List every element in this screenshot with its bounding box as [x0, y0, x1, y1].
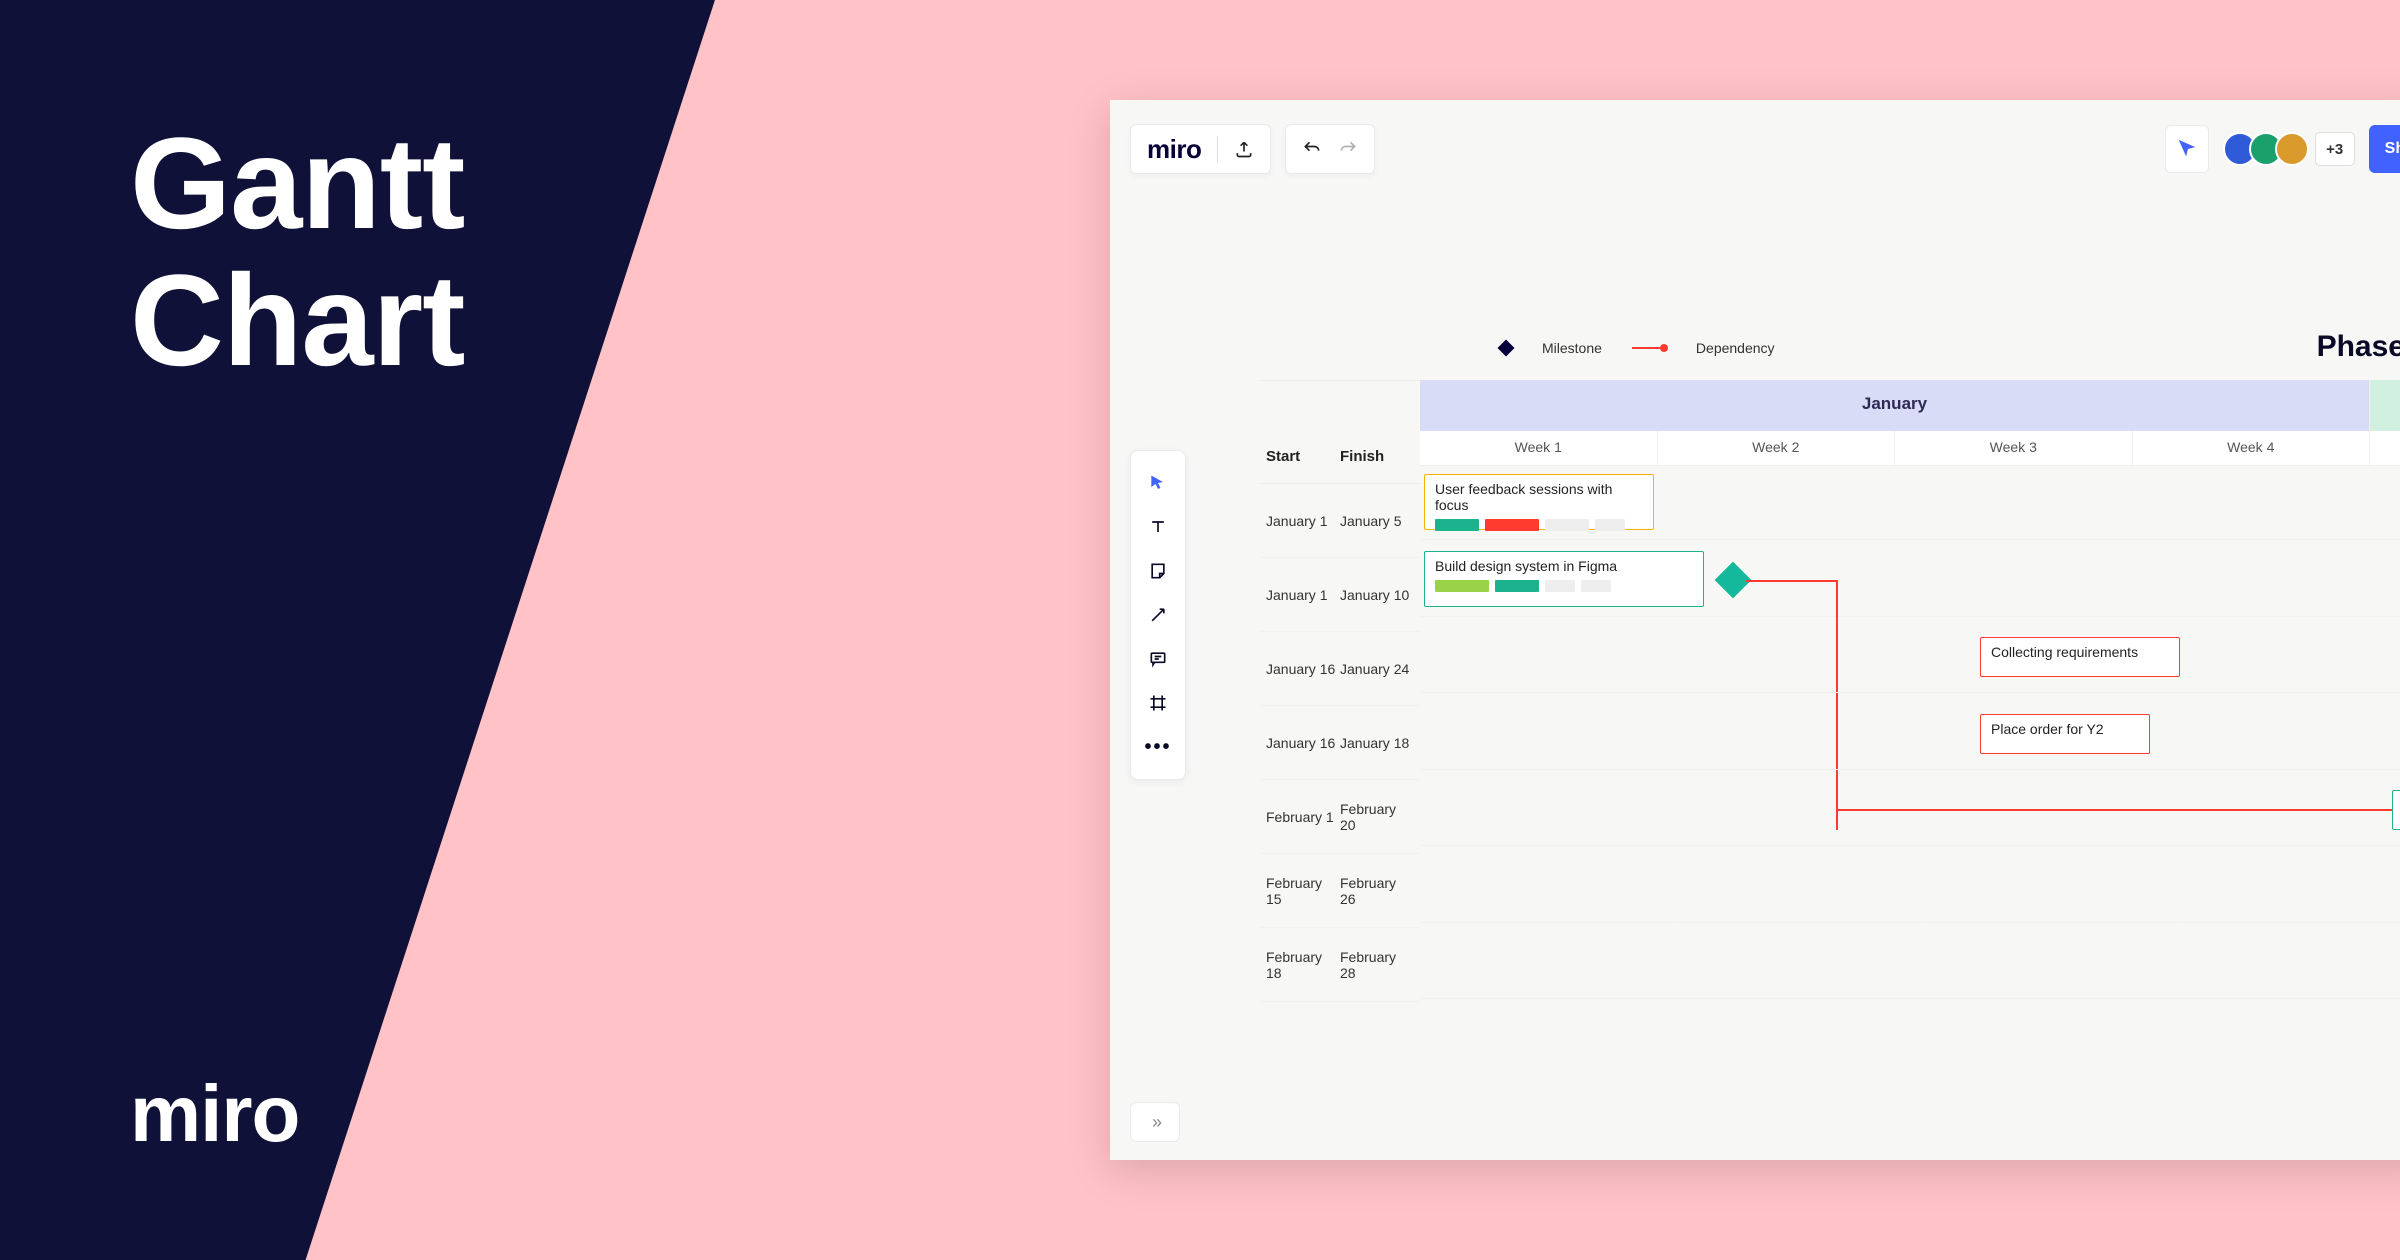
cell-finish: February 28: [1340, 949, 1414, 981]
week-header: Week 2: [1658, 431, 1896, 467]
share-button[interactable]: Sha: [2369, 125, 2400, 173]
task-bar[interactable]: Build design system in Figma: [1424, 551, 1704, 607]
dependency-line: [1746, 580, 1836, 582]
cell-start: February 15: [1266, 875, 1340, 907]
progress-segment: [1595, 519, 1625, 531]
more-tools-icon[interactable]: •••: [1146, 735, 1170, 759]
task-bar[interactable]: Place order for Y2: [1980, 714, 2150, 754]
line-tool-icon[interactable]: [1146, 603, 1170, 627]
cell-start: January 1: [1266, 587, 1340, 603]
cell-finish: February 26: [1340, 875, 1414, 907]
col-finish-label: Finish: [1340, 448, 1414, 465]
cell-start: February 18: [1266, 949, 1340, 981]
dependency-line: [1836, 809, 2400, 811]
cell-start: January 16: [1266, 661, 1340, 677]
dependency-icon: [1632, 347, 1666, 349]
cell-finish: January 18: [1340, 735, 1414, 751]
progress-segment: [1581, 580, 1611, 592]
cell-finish: February 20: [1340, 801, 1414, 833]
cell-finish: January 24: [1340, 661, 1414, 677]
tool-palette: •••: [1130, 450, 1186, 780]
gantt-row: [1420, 925, 2400, 999]
cell-finish: January 10: [1340, 587, 1414, 603]
divider: [1217, 136, 1218, 162]
cell-start: February 1: [1266, 809, 1340, 825]
title-line-1: Gantt: [130, 115, 464, 252]
page-title: Gantt Chart: [130, 115, 464, 388]
week-header: Week 3: [1895, 431, 2133, 467]
col-start-label: Start: [1266, 448, 1340, 465]
dates-column: Start Finish January 1January 5 January …: [1260, 380, 1420, 1002]
gantt-row: [1420, 849, 2400, 923]
week-header: Week 4: [2133, 431, 2371, 467]
app-logo[interactable]: miro: [1147, 134, 1201, 165]
frame-tool-icon[interactable]: [1146, 691, 1170, 715]
sticky-note-tool-icon[interactable]: [1146, 559, 1170, 583]
task-label: Place order for Y2: [1991, 721, 2104, 737]
export-icon[interactable]: [1234, 139, 1254, 159]
expand-panel-button[interactable]: »: [1130, 1102, 1180, 1142]
timeline: January Week 1 Week 2 Week 3 Week 4 User…: [1420, 380, 2400, 1002]
progress-segment: [1485, 519, 1539, 531]
legend-dependency-label: Dependency: [1696, 340, 1775, 356]
header-right: +3 Sha: [2165, 125, 2400, 173]
avatar[interactable]: [2275, 132, 2309, 166]
progress-segment: [1435, 580, 1489, 592]
app-header: miro +3 Sha: [1130, 120, 2400, 178]
week-header: [2370, 431, 2400, 467]
gantt-row: Desig: [1420, 772, 2400, 846]
task-bar[interactable]: User feedback sessions with focus: [1424, 474, 1654, 530]
task-label: Build design system in Figma: [1435, 558, 1617, 574]
task-label: User feedback sessions with focus: [1435, 481, 1612, 513]
undo-icon[interactable]: [1302, 139, 1322, 159]
cell-start: January 16: [1266, 735, 1340, 751]
task-bar[interactable]: Collecting requirements: [1980, 637, 2180, 677]
avatar-overflow[interactable]: +3: [2315, 132, 2355, 166]
logo-chip: miro: [1130, 124, 1271, 174]
text-tool-icon[interactable]: [1146, 515, 1170, 539]
legend-milestone-label: Milestone: [1542, 340, 1602, 356]
select-tool-icon[interactable]: [1146, 471, 1170, 495]
week-header: Week 1: [1420, 431, 1658, 467]
comment-tool-icon[interactable]: [1146, 647, 1170, 671]
phase-title: Phase 1: [2317, 330, 2400, 364]
board-canvas[interactable]: Phase 1 Milestone Dependency Start Finis…: [1260, 330, 2400, 1160]
brand-logo: miro: [130, 1068, 299, 1160]
legend: Milestone Dependency: [1260, 330, 2400, 380]
collaborator-avatars: +3: [2223, 132, 2355, 166]
gantt-row: User feedback sessions with focus: [1420, 466, 2400, 540]
title-line-2: Chart: [130, 252, 464, 389]
month-header: January: [1420, 380, 2370, 431]
task-label: Collecting requirements: [1991, 644, 2138, 660]
cell-finish: January 5: [1340, 513, 1414, 529]
app-window: miro +3 Sha: [1110, 100, 2400, 1160]
progress-segment: [1495, 580, 1539, 592]
progress-segment: [1435, 519, 1479, 531]
month-header-next: [2370, 380, 2400, 431]
gantt-row: Collecting requirements: [1420, 619, 2400, 693]
cell-start: January 1: [1266, 513, 1340, 529]
gantt-row: Build design system in Figma: [1420, 543, 2400, 617]
task-bar[interactable]: Desig: [2392, 790, 2400, 830]
progress-segment: [1545, 580, 1575, 592]
gantt-row: Place order for Y2: [1420, 696, 2400, 770]
gantt-chart: Start Finish January 1January 5 January …: [1260, 380, 2400, 1002]
milestone-icon: [1498, 340, 1515, 357]
cursor-mode-button[interactable]: [2165, 125, 2209, 173]
redo-icon[interactable]: [1338, 139, 1358, 159]
history-chip: [1285, 124, 1375, 174]
progress-segment: [1545, 519, 1589, 531]
